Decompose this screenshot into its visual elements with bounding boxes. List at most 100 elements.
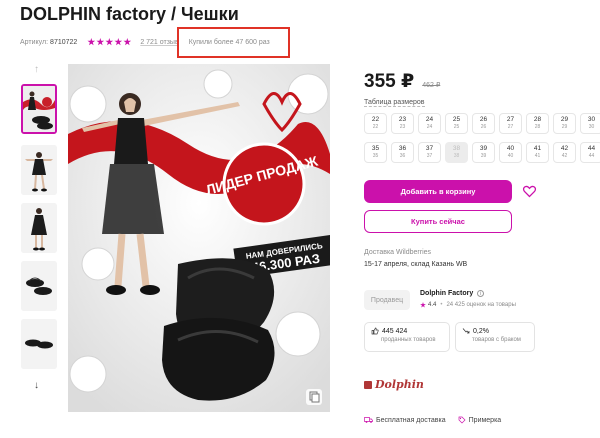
brand-logo[interactable]: Dolphin bbox=[364, 378, 424, 391]
star-icon bbox=[87, 38, 96, 46]
main-product-image[interactable]: ЛИДЕР ПРОДАЖ НАМ ДОВЕРИЛИСЬ 46.300 РАЗ bbox=[68, 64, 330, 412]
seller-name-row[interactable]: Dolphin Factory i bbox=[420, 290, 485, 297]
arrow-down-icon[interactable]: ↓ bbox=[34, 380, 39, 391]
seller-badge: Продавец bbox=[364, 290, 410, 310]
sku-value[interactable]: 8710722 bbox=[50, 39, 77, 46]
zoom-button[interactable] bbox=[306, 389, 322, 405]
current-price: 355 ₽ bbox=[364, 71, 415, 92]
copy-icon bbox=[309, 391, 320, 403]
size-eu: 28 bbox=[534, 124, 541, 130]
size-ru: 42 bbox=[560, 145, 569, 152]
size-option-27[interactable]: 27 27 bbox=[499, 113, 522, 134]
seller-ratings-count: 24 425 оценок на товары bbox=[446, 302, 516, 308]
size-option-30[interactable]: 30 30 bbox=[580, 113, 600, 134]
size-option-41[interactable]: 41 41 bbox=[526, 142, 549, 163]
size-ru: 41 bbox=[533, 145, 542, 152]
size-ru: 39 bbox=[479, 145, 488, 152]
delivery-title: Доставка Wildberries bbox=[364, 249, 432, 256]
try-on-label: Примерка bbox=[468, 416, 502, 424]
seller-rating: 4.4 • 24 425 оценок на товары bbox=[420, 302, 516, 308]
size-option-38: 38 38 bbox=[445, 142, 468, 163]
thumbnail-1[interactable] bbox=[21, 84, 57, 134]
thumbnail-2[interactable] bbox=[21, 145, 57, 195]
size-ru: 40 bbox=[506, 145, 515, 152]
tag-icon bbox=[458, 416, 466, 424]
trend-down-icon bbox=[462, 328, 470, 334]
size-option-36[interactable]: 36 36 bbox=[391, 142, 414, 163]
thumbnail-image bbox=[21, 319, 57, 369]
size-ru: 28 bbox=[533, 116, 542, 123]
add-to-cart-button[interactable]: Добавить в корзину bbox=[364, 180, 512, 203]
size-option-23[interactable]: 23 23 bbox=[391, 113, 414, 134]
size-eu: 27 bbox=[507, 124, 514, 130]
size-grid: 22 22 23 23 24 24 25 25 26 26 27 27 28 28 29 29 30 30 35 35… bbox=[364, 113, 600, 163]
try-on-feature: Примерка bbox=[458, 416, 502, 424]
size-option-39[interactable]: 39 39 bbox=[472, 142, 495, 163]
size-eu: 35 bbox=[372, 153, 379, 159]
size-ru: 22 bbox=[371, 116, 380, 123]
size-eu: 36 bbox=[399, 153, 406, 159]
size-eu: 23 bbox=[399, 124, 406, 130]
size-chart-link[interactable]: Таблица размеров bbox=[364, 99, 425, 107]
size-ru: 36 bbox=[398, 145, 407, 152]
size-eu: 26 bbox=[480, 124, 487, 130]
seller-name[interactable]: Dolphin Factory bbox=[420, 290, 473, 297]
product-title: DOLPHIN factory / Чешки bbox=[20, 4, 239, 24]
size-ru: 44 bbox=[587, 145, 596, 152]
size-ru: 27 bbox=[506, 116, 515, 123]
defect-stat: 0,2% товаров с браком bbox=[455, 322, 535, 352]
buy-now-button[interactable]: Купить сейчас bbox=[364, 210, 512, 233]
size-eu: 22 bbox=[372, 124, 379, 130]
product-photo: ЛИДЕР ПРОДАЖ НАМ ДОВЕРИЛИСЬ 46.300 РАЗ bbox=[68, 64, 330, 412]
sold-stat: 445 424 проданных товаров bbox=[364, 322, 450, 352]
chevron-up-icon[interactable]: ↑ bbox=[34, 64, 39, 75]
size-option-22[interactable]: 22 22 bbox=[364, 113, 387, 134]
size-option-28[interactable]: 28 28 bbox=[526, 113, 549, 134]
thumbs-up-icon bbox=[371, 327, 379, 335]
size-eu: 38 bbox=[453, 153, 460, 159]
free-delivery-label: Бесплатная доставка bbox=[376, 416, 446, 424]
size-ru: 26 bbox=[479, 116, 488, 123]
star-icon bbox=[96, 38, 105, 46]
size-ru: 25 bbox=[452, 116, 461, 123]
size-ru: 30 bbox=[587, 116, 596, 123]
truck-icon bbox=[364, 417, 373, 423]
info-icon[interactable]: i bbox=[477, 290, 485, 297]
star-icon bbox=[105, 38, 114, 46]
size-option-44[interactable]: 44 44 bbox=[580, 142, 600, 163]
dolphin-logo-icon bbox=[364, 380, 372, 389]
price-row: 355 ₽ 462 ₽ bbox=[364, 70, 440, 93]
size-ru: 24 bbox=[425, 116, 434, 123]
defect-value: 0,2% bbox=[473, 327, 489, 335]
size-eu: 24 bbox=[426, 124, 433, 130]
size-option-35[interactable]: 35 35 bbox=[364, 142, 387, 163]
star-icon bbox=[114, 38, 123, 46]
size-option-24[interactable]: 24 24 bbox=[418, 113, 441, 134]
thumbnail-3[interactable] bbox=[21, 203, 57, 253]
size-eu: 40 bbox=[507, 153, 514, 159]
size-ru: 29 bbox=[560, 116, 569, 123]
size-option-25[interactable]: 25 25 bbox=[445, 113, 468, 134]
size-option-42[interactable]: 42 42 bbox=[553, 142, 576, 163]
highlight-box bbox=[177, 27, 290, 58]
star-icon bbox=[420, 302, 426, 308]
size-eu: 42 bbox=[561, 153, 568, 159]
size-option-26[interactable]: 26 26 bbox=[472, 113, 495, 134]
defect-label: товаров с браком bbox=[472, 337, 521, 343]
thumbnail-5[interactable] bbox=[21, 319, 57, 369]
size-option-29[interactable]: 29 29 bbox=[553, 113, 576, 134]
rating-stars[interactable] bbox=[87, 38, 132, 46]
size-eu: 30 bbox=[588, 124, 595, 130]
thumbnail-image bbox=[21, 261, 57, 311]
thumbnail-image bbox=[23, 86, 55, 132]
size-option-37[interactable]: 37 37 bbox=[418, 142, 441, 163]
size-eu: 39 bbox=[480, 153, 487, 159]
heart-icon[interactable] bbox=[522, 184, 537, 199]
size-ru: 35 bbox=[371, 145, 380, 152]
size-option-40[interactable]: 40 40 bbox=[499, 142, 522, 163]
seller-rating-value: 4.4 bbox=[428, 302, 437, 308]
thumbnail-4[interactable] bbox=[21, 261, 57, 311]
reviews-link[interactable]: 2 721 отзыв bbox=[140, 39, 178, 46]
delivery-date: 15-17 апреля, склад Казань WB bbox=[364, 261, 468, 268]
star-icon bbox=[123, 38, 132, 46]
